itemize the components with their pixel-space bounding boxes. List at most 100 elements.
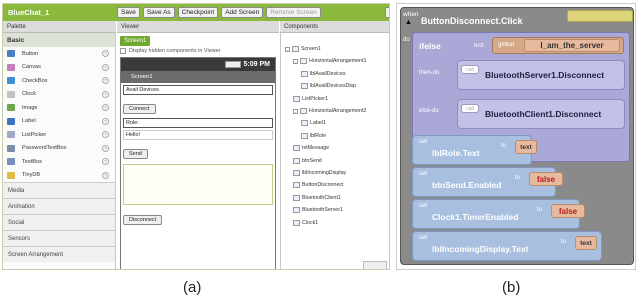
incoming-display-area[interactable] <box>123 164 273 205</box>
component-node[interactable]: - HorizontalArrangement1 <box>293 58 366 65</box>
value-block[interactable]: text <box>575 236 597 250</box>
component-node[interactable]: lblAvailDevices <box>301 70 346 77</box>
display-hidden-checkbox[interactable] <box>120 48 126 54</box>
help-icon[interactable]: ? <box>102 77 109 84</box>
role-label[interactable]: Role: <box>123 118 273 128</box>
event-collapse-bar[interactable] <box>567 10 633 22</box>
connect-button[interactable]: Connect <box>123 104 156 114</box>
component-node[interactable]: - HorizontalArrangement2 <box>293 108 366 114</box>
help-icon[interactable]: ? <box>102 104 109 111</box>
help-icon[interactable]: ? <box>102 158 109 165</box>
viewer-panel: Screen1 Display hidden components in Vie… <box>117 33 279 269</box>
save-button[interactable]: Save <box>117 7 140 18</box>
component-node[interactable]: lblIncomingDisplay <box>293 170 346 176</box>
palette-category[interactable]: Social <box>3 214 115 230</box>
component-label: Clock1 <box>302 219 319 226</box>
palette-item[interactable]: CheckBox? <box>3 74 115 88</box>
palette-item[interactable]: Clock? <box>3 88 115 102</box>
component-node[interactable]: lblAvailDevicesDisp <box>301 83 357 90</box>
help-icon[interactable]: ? <box>102 90 109 98</box>
component-label: BluetoothServer1 <box>302 207 343 214</box>
component-icon <box>293 207 300 214</box>
help-icon[interactable]: ? <box>102 131 109 138</box>
screen-selector[interactable]: Screen1 <box>120 36 151 46</box>
palette-category[interactable]: Animation <box>3 198 115 214</box>
disconnect-button[interactable]: Disconnect <box>123 215 163 225</box>
password-icon <box>7 144 15 152</box>
tinydb-icon <box>7 171 15 179</box>
display-hidden-toggle[interactable]: Display hidden components in Viewer <box>120 48 221 54</box>
components-tree: - Screen1 - HorizontalArrangement1 lblAvailD… <box>280 33 389 269</box>
component-icon <box>293 194 300 201</box>
value-block[interactable]: text <box>515 140 537 154</box>
palette-item[interactable]: ListPicker? <box>3 128 115 142</box>
palette-item[interactable]: Label? <box>3 115 115 129</box>
send-button[interactable]: Send <box>123 149 148 159</box>
palette-category[interactable]: Sensors <box>3 230 115 246</box>
save-as-button[interactable]: Save As <box>142 7 175 18</box>
collapse-toggle-icon[interactable]: - <box>293 108 298 114</box>
clock-icon <box>7 90 15 98</box>
component-node[interactable]: Label1 <box>301 120 326 127</box>
help-icon[interactable]: ? <box>102 117 109 125</box>
component-node[interactable]: ButtonDisconnect <box>293 182 344 189</box>
palette-item[interactable]: Image? <box>3 101 115 115</box>
checkbox-icon <box>7 77 15 85</box>
component-node[interactable]: Clock1 <box>293 219 319 226</box>
palette-item-label: Label <box>22 118 36 125</box>
help-icon[interactable]: ? <box>102 171 109 179</box>
component-node[interactable]: - Screen1 <box>285 46 321 52</box>
set-property: Clock1.TimerEnabled <box>432 212 519 222</box>
value-block[interactable]: false <box>529 172 563 186</box>
checkpoint-button[interactable]: Checkpoint <box>177 7 219 18</box>
component-label: lblAvailDevicesDisp <box>310 83 357 90</box>
remove-screen-button[interactable]: Remove Screen <box>266 7 321 18</box>
caption-a: (a) <box>183 279 202 296</box>
component-icon <box>293 95 300 102</box>
palette-category[interactable]: Media <box>3 182 115 198</box>
global-variable-name[interactable]: I_am_the_server <box>524 39 620 52</box>
message-textbox[interactable]: Hello! <box>123 130 273 140</box>
palette-item[interactable]: Canvas? <box>3 61 115 75</box>
palette-item[interactable]: TextBox? <box>3 155 115 169</box>
palette-item-label: TinyDB <box>22 172 41 179</box>
add-screen-button[interactable]: Add Screen <box>221 7 264 18</box>
component-label: lblRole <box>310 132 327 139</box>
value-block[interactable]: false <box>551 204 585 218</box>
project-toolbar: BlueChat_1 Save Save As Checkpoint Add S… <box>3 4 389 21</box>
palette-category[interactable]: Screen Arrangement <box>3 246 115 262</box>
component-label: Label1 <box>310 120 326 127</box>
expand-arrow-icon[interactable]: ▲ <box>405 19 412 26</box>
list-picker-icon <box>7 131 15 139</box>
palette-item[interactable]: PasswordTextBox? <box>3 142 115 156</box>
avail-devices-label[interactable]: Avail Devices <box>123 85 273 95</box>
component-node[interactable]: lblRole <box>301 132 327 139</box>
image-icon <box>7 104 15 112</box>
test-label: test <box>474 43 484 49</box>
set-property: lblRole.Text <box>432 148 480 158</box>
help-icon[interactable]: ? <box>102 50 109 57</box>
help-icon[interactable]: ? <box>102 144 109 152</box>
palette-basic-header[interactable]: Basic <box>3 33 115 47</box>
component-node[interactable]: BluetoothClient1 <box>293 194 341 201</box>
component-node[interactable]: ListPicker1 <box>293 95 328 102</box>
component-icon <box>293 219 300 226</box>
collapse-toggle-icon[interactable]: - <box>293 58 298 64</box>
component-node[interactable]: txtMessage <box>293 145 329 152</box>
components-action-button[interactable] <box>363 261 387 269</box>
component-icon <box>301 132 308 139</box>
figure: BlueChat_1 Save Save As Checkpoint Add S… <box>0 0 640 303</box>
call-label-else: call <box>461 104 479 113</box>
palette-item[interactable]: Button? <box>3 47 115 61</box>
component-icon <box>292 46 299 52</box>
component-node[interactable]: BluetoothServer1 <box>293 207 343 214</box>
status-time: 5:09 PM <box>243 61 270 68</box>
help-icon[interactable]: ? <box>102 63 109 71</box>
toolbar-overflow-button[interactable] <box>385 7 389 18</box>
collapse-toggle-icon[interactable]: - <box>285 46 290 52</box>
component-node[interactable]: btnSend <box>293 157 322 164</box>
component-label: btnSend <box>302 157 322 164</box>
palette-item[interactable]: TinyDB? <box>3 169 115 183</box>
component-label: ButtonDisconnect <box>302 182 344 189</box>
to-label: to <box>561 239 567 245</box>
